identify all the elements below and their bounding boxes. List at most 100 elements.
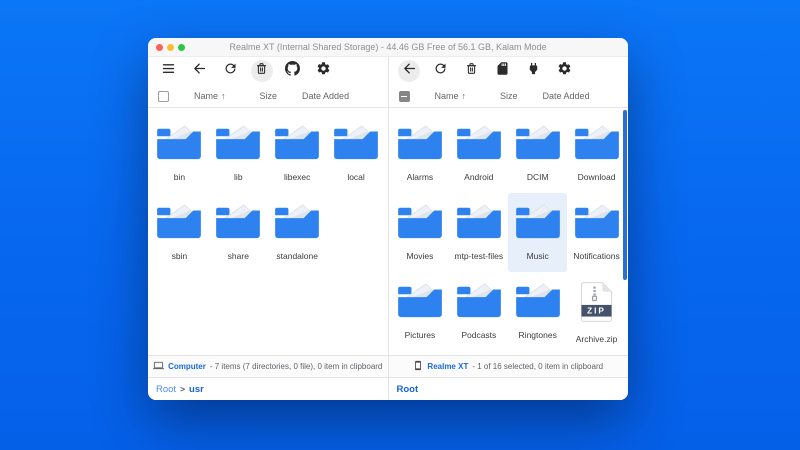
- folder-icon: [456, 281, 502, 324]
- delete-icon: [254, 61, 269, 81]
- file-item[interactable]: share: [209, 193, 268, 272]
- minimize-button[interactable]: [167, 44, 174, 51]
- file-label: lib: [234, 172, 243, 182]
- file-label: Movies: [406, 251, 433, 261]
- device-file-grid: Alarms Android DCIM Download Movies mtp-test-…: [389, 108, 629, 355]
- local-breadcrumb: Root > usr: [148, 378, 388, 400]
- menu-button[interactable]: [153, 58, 184, 84]
- smartphone-icon: [413, 360, 423, 373]
- file-label: Android: [464, 172, 493, 182]
- select-all-checkbox-indeterminate[interactable]: [399, 91, 410, 102]
- local-file-grid: bin lib libexeclocal sbin share standalone: [148, 108, 388, 355]
- file-item[interactable]: bin: [150, 114, 209, 193]
- file-item[interactable]: Podcasts: [449, 272, 508, 351]
- device-toolbar: [389, 57, 629, 85]
- vertical-scrollbar-thumb[interactable]: [623, 110, 627, 280]
- github-icon: [285, 61, 300, 81]
- file-item[interactable]: ZIP Archive.zip: [567, 272, 626, 351]
- column-date-added[interactable]: Date Added: [302, 91, 349, 101]
- window-body: Name ↑ Size Date Added bin lib libexecloca…: [148, 57, 628, 400]
- select-all-checkbox[interactable]: [158, 91, 169, 102]
- refresh-button[interactable]: [215, 58, 246, 84]
- file-item[interactable]: lib: [209, 114, 268, 193]
- desktop: { "window": { "title": "Realme XT (Inter…: [0, 0, 800, 450]
- folder-icon: [156, 202, 202, 245]
- file-item[interactable]: DCIM: [508, 114, 567, 193]
- device-list-header: Name ↑ Size Date Added: [389, 85, 629, 108]
- settings-button[interactable]: [549, 58, 580, 84]
- settings-icon: [557, 61, 572, 81]
- file-item[interactable]: sbin: [150, 193, 209, 272]
- file-label: standalone: [276, 251, 318, 261]
- usb-button[interactable]: [518, 58, 549, 84]
- storage-button[interactable]: [487, 58, 518, 84]
- column-date-added[interactable]: Date Added: [543, 91, 590, 101]
- file-label: Alarms: [407, 172, 433, 182]
- file-label: Podcasts: [461, 330, 496, 340]
- delete-button[interactable]: [456, 58, 487, 84]
- local-pane: Name ↑ Size Date Added bin lib libexecloca…: [148, 57, 389, 400]
- file-item[interactable]: Android: [449, 114, 508, 193]
- column-name[interactable]: Name ↑: [435, 91, 467, 101]
- file-item[interactable]: Music: [508, 193, 567, 272]
- sdcard-icon: [495, 61, 510, 81]
- folder-icon: [397, 281, 443, 324]
- folder-icon: [215, 123, 261, 166]
- file-item[interactable]: Ringtones: [508, 272, 567, 351]
- zoom-button[interactable]: [178, 44, 185, 51]
- github-button[interactable]: [277, 58, 308, 84]
- breadcrumb-item[interactable]: Root: [156, 384, 176, 395]
- column-size[interactable]: Size: [500, 91, 518, 101]
- file-item[interactable]: mtp-test-files: [449, 193, 508, 272]
- local-device-link[interactable]: Computer: [168, 362, 206, 371]
- title-bar: Realme XT (Internal Shared Storage) - 44…: [148, 38, 628, 57]
- back-button[interactable]: [184, 58, 215, 84]
- local-list-header: Name ↑ Size Date Added: [148, 85, 388, 108]
- svg-text:ZIP: ZIP: [587, 307, 606, 316]
- refresh-button[interactable]: [425, 58, 456, 84]
- file-label: Archive.zip: [576, 334, 618, 344]
- file-item[interactable]: Alarms: [391, 114, 450, 193]
- close-button[interactable]: [156, 44, 163, 51]
- folder-icon: [156, 123, 202, 166]
- file-label: Ringtones: [519, 330, 557, 340]
- folder-icon: [333, 123, 379, 166]
- device-status-bar: Realme XT - 1 of 16 selected, 0 item in …: [389, 355, 629, 378]
- breadcrumb-item[interactable]: Root: [397, 384, 419, 395]
- file-label: share: [228, 251, 249, 261]
- folder-icon: [215, 202, 261, 245]
- file-item[interactable]: Pictures: [391, 272, 450, 351]
- folder-icon: [274, 123, 320, 166]
- folder-icon: [456, 123, 502, 166]
- refresh-icon: [223, 61, 238, 81]
- file-item[interactable]: local: [327, 114, 386, 193]
- delete-icon: [464, 61, 479, 81]
- file-item[interactable]: standalone: [268, 193, 327, 272]
- device-status-text: - 1 of 16 selected, 0 item in clipboard: [472, 362, 603, 371]
- breadcrumb-separator-icon: >: [180, 384, 185, 394]
- back-icon: [402, 61, 417, 81]
- back-button[interactable]: [394, 58, 425, 84]
- column-size[interactable]: Size: [260, 91, 278, 101]
- device-link[interactable]: Realme XT: [427, 362, 468, 371]
- file-item[interactable]: Movies: [391, 193, 450, 272]
- file-label: bin: [174, 172, 185, 182]
- file-item[interactable]: Download: [567, 114, 626, 193]
- column-name-label: Name: [194, 91, 218, 101]
- file-item[interactable]: libexec: [268, 114, 327, 193]
- refresh-icon: [433, 61, 448, 81]
- folder-icon: [397, 123, 443, 166]
- file-label: mtp-test-files: [454, 251, 503, 261]
- breadcrumb-item[interactable]: usr: [189, 384, 204, 395]
- file-item[interactable]: Notifications: [567, 193, 626, 272]
- file-label: DCIM: [527, 172, 549, 182]
- computer-icon: [153, 360, 164, 373]
- column-name[interactable]: Name ↑: [194, 91, 226, 101]
- settings-button[interactable]: [308, 58, 339, 84]
- sort-ascending-icon: ↑: [221, 91, 226, 101]
- settings-icon: [316, 61, 331, 81]
- local-toolbar: [148, 57, 388, 85]
- delete-button[interactable]: [246, 58, 277, 84]
- file-label: Pictures: [405, 330, 436, 340]
- folder-icon: [397, 202, 443, 245]
